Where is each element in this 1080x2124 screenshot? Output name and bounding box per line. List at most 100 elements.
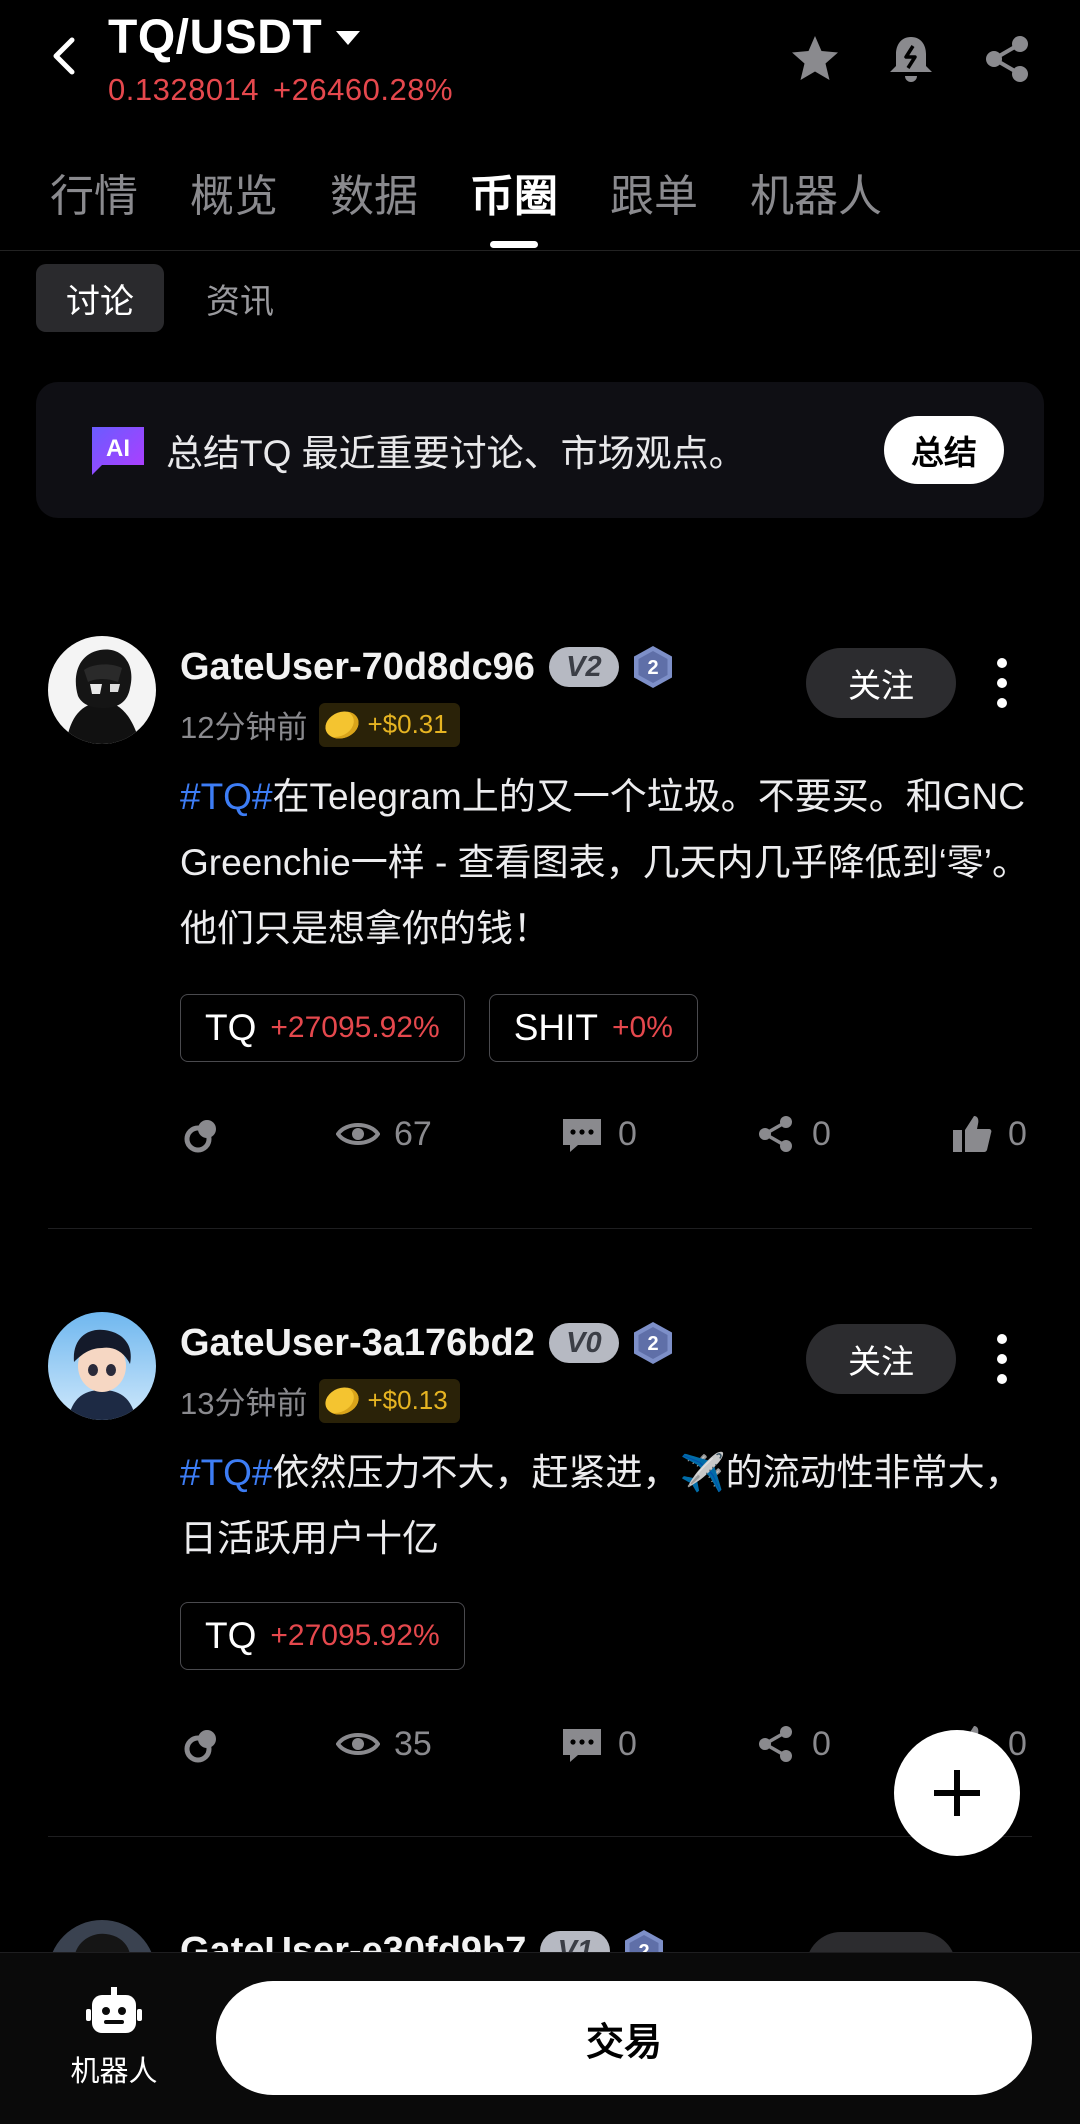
follow-button[interactable]: 关注 bbox=[806, 1324, 956, 1394]
hashtag-link[interactable]: #TQ# bbox=[180, 1452, 273, 1493]
chip-symbol: TQ bbox=[205, 1615, 257, 1656]
tip-badge[interactable]: +$0.13 bbox=[319, 1378, 460, 1423]
username-row: GateUser-70d8dc96 V2 2 bbox=[180, 644, 675, 690]
tip-badge[interactable]: +$0.31 bbox=[319, 702, 460, 747]
header: TQ/USDT 0.1328014 +26460.28% bbox=[0, 0, 1080, 120]
more-options-icon[interactable] bbox=[990, 1334, 1014, 1384]
comments-value: 0 bbox=[618, 1724, 637, 1763]
chip-change: +27095.92% bbox=[270, 1011, 440, 1044]
hashtag-link[interactable]: #TQ# bbox=[180, 776, 273, 817]
star-icon[interactable] bbox=[788, 32, 842, 86]
repost-button[interactable] bbox=[180, 1722, 238, 1766]
share-icon bbox=[759, 1116, 792, 1152]
tab-market[interactable]: 行情 bbox=[50, 160, 138, 224]
sub-tabs: 讨论 资讯 bbox=[36, 264, 316, 332]
tab-copy-trading[interactable]: 跟单 bbox=[610, 160, 698, 224]
coin-chip[interactable]: TQ +27095.92% bbox=[180, 994, 465, 1062]
post-meta: 13分钟前 +$0.13 bbox=[180, 1378, 460, 1423]
post-content[interactable]: #TQ#依然压力不大，赶紧进，✈️的流动性非常大，日活跃用户十亿 bbox=[180, 1440, 1040, 1572]
coin-chip[interactable]: TQ +27095.92% bbox=[180, 1602, 465, 1670]
ai-icon: AI bbox=[92, 427, 144, 475]
chip-change: +0% bbox=[612, 1011, 673, 1044]
price-change: +26460.28% bbox=[273, 72, 454, 107]
subtab-discussion[interactable]: 讨论 bbox=[36, 264, 164, 332]
price-row: 0.1328014 +26460.28% bbox=[108, 72, 453, 108]
coin-icon bbox=[322, 1382, 363, 1419]
avatar[interactable] bbox=[48, 1312, 156, 1420]
ai-badge-label: AI bbox=[106, 435, 130, 462]
repost-icon bbox=[184, 1120, 216, 1153]
comment-icon bbox=[563, 1729, 601, 1762]
tabs-divider bbox=[0, 250, 1080, 251]
tip-amount: +$0.13 bbox=[367, 1385, 448, 1415]
repost-icon bbox=[184, 1730, 216, 1763]
share-icon bbox=[759, 1726, 792, 1762]
more-options-icon[interactable] bbox=[990, 658, 1014, 708]
coin-icon bbox=[322, 706, 363, 743]
post-body: 在Telegram上的又一个垃圾。不要买。和GNC Greenchie一样 - … bbox=[180, 776, 1030, 949]
robot-button[interactable]: 机器人 bbox=[54, 1987, 174, 2090]
tip-amount: +$0.31 bbox=[367, 709, 448, 739]
vip-badge: V0 bbox=[548, 1323, 619, 1363]
views-value: 35 bbox=[394, 1724, 432, 1763]
chip-symbol: SHIT bbox=[513, 1007, 598, 1048]
eye-icon bbox=[336, 1123, 380, 1145]
ai-summary-text: 总结TQ 最近重要讨论、市场观点。 bbox=[166, 433, 746, 474]
share-button[interactable]: 0 bbox=[754, 1112, 831, 1156]
tab-data[interactable]: 数据 bbox=[330, 160, 418, 224]
main-tabs: 行情 概览 数据 币圈 跟单 机器人 bbox=[50, 160, 934, 224]
plus-icon bbox=[934, 1770, 980, 1816]
comment-button[interactable]: 0 bbox=[560, 1722, 637, 1766]
shares-value: 0 bbox=[812, 1724, 831, 1763]
tab-bots[interactable]: 机器人 bbox=[750, 160, 882, 224]
tab-community[interactable]: 币圈 bbox=[470, 160, 558, 224]
summarize-button[interactable]: 总结 bbox=[884, 416, 1004, 484]
views-value: 67 bbox=[394, 1114, 432, 1153]
vip-badge: V2 bbox=[548, 647, 619, 687]
airplane-emoji: ✈️ bbox=[679, 1452, 726, 1493]
likes-value: 0 bbox=[1008, 1114, 1027, 1153]
price-alert-bell-icon[interactable] bbox=[884, 32, 938, 86]
share-icon[interactable] bbox=[980, 32, 1034, 86]
comments-value: 0 bbox=[618, 1114, 637, 1153]
avatar[interactable] bbox=[48, 636, 156, 744]
thumbs-up-icon bbox=[953, 1116, 992, 1152]
follow-button[interactable]: 关注 bbox=[806, 648, 956, 718]
create-post-button[interactable] bbox=[894, 1730, 1020, 1856]
like-button[interactable]: 0 bbox=[950, 1112, 1027, 1156]
level-badge-icon: 2 bbox=[633, 646, 672, 688]
shares-value: 0 bbox=[812, 1114, 831, 1153]
tab-overview[interactable]: 概览 bbox=[190, 160, 278, 224]
robot-label: 机器人 bbox=[70, 2056, 158, 2088]
username-row: GateUser-3a176bd2 V0 2 bbox=[180, 1320, 675, 1366]
share-button[interactable]: 0 bbox=[754, 1722, 831, 1766]
likes-value: 0 bbox=[1008, 1724, 1027, 1763]
bottom-bar: 机器人 交易 bbox=[0, 1952, 1080, 2124]
pair-selector[interactable]: TQ/USDT bbox=[108, 10, 361, 65]
views-count: 35 bbox=[336, 1722, 432, 1766]
pair-title: TQ/USDT bbox=[108, 11, 323, 64]
views-count: 67 bbox=[336, 1112, 432, 1156]
username[interactable]: GateUser-3a176bd2 bbox=[180, 1322, 535, 1365]
chevron-down-icon bbox=[336, 30, 361, 45]
level-number: 2 bbox=[647, 1333, 658, 1355]
coin-chip[interactable]: SHIT +0% bbox=[488, 994, 698, 1062]
chip-change: +27095.92% bbox=[270, 1619, 440, 1652]
eye-icon bbox=[336, 1733, 380, 1755]
comment-button[interactable]: 0 bbox=[560, 1112, 637, 1156]
chip-symbol: TQ bbox=[205, 1007, 257, 1048]
robot-icon bbox=[86, 1987, 142, 2033]
repost-button[interactable] bbox=[180, 1112, 238, 1156]
username[interactable]: GateUser-70d8dc96 bbox=[180, 646, 535, 689]
subtab-news[interactable]: 资讯 bbox=[176, 264, 304, 332]
post-divider bbox=[48, 1228, 1032, 1229]
post-content[interactable]: #TQ#在Telegram上的又一个垃圾。不要买。和GNC Greenchie一… bbox=[180, 764, 1040, 962]
post-actions: 67 0 0 0 bbox=[180, 1112, 1030, 1162]
post-divider bbox=[48, 1836, 1032, 1837]
ai-summary-card: AI 总结TQ 最近重要讨论、市场观点。 总结 bbox=[36, 382, 1044, 518]
coin-chips: TQ +27095.92% SHIT +0% bbox=[180, 994, 722, 1062]
trade-button[interactable]: 交易 bbox=[216, 1981, 1032, 2095]
back-arrow-icon[interactable] bbox=[44, 34, 88, 78]
post-time: 12分钟前 bbox=[180, 710, 308, 745]
post-meta: 12分钟前 +$0.31 bbox=[180, 702, 460, 747]
